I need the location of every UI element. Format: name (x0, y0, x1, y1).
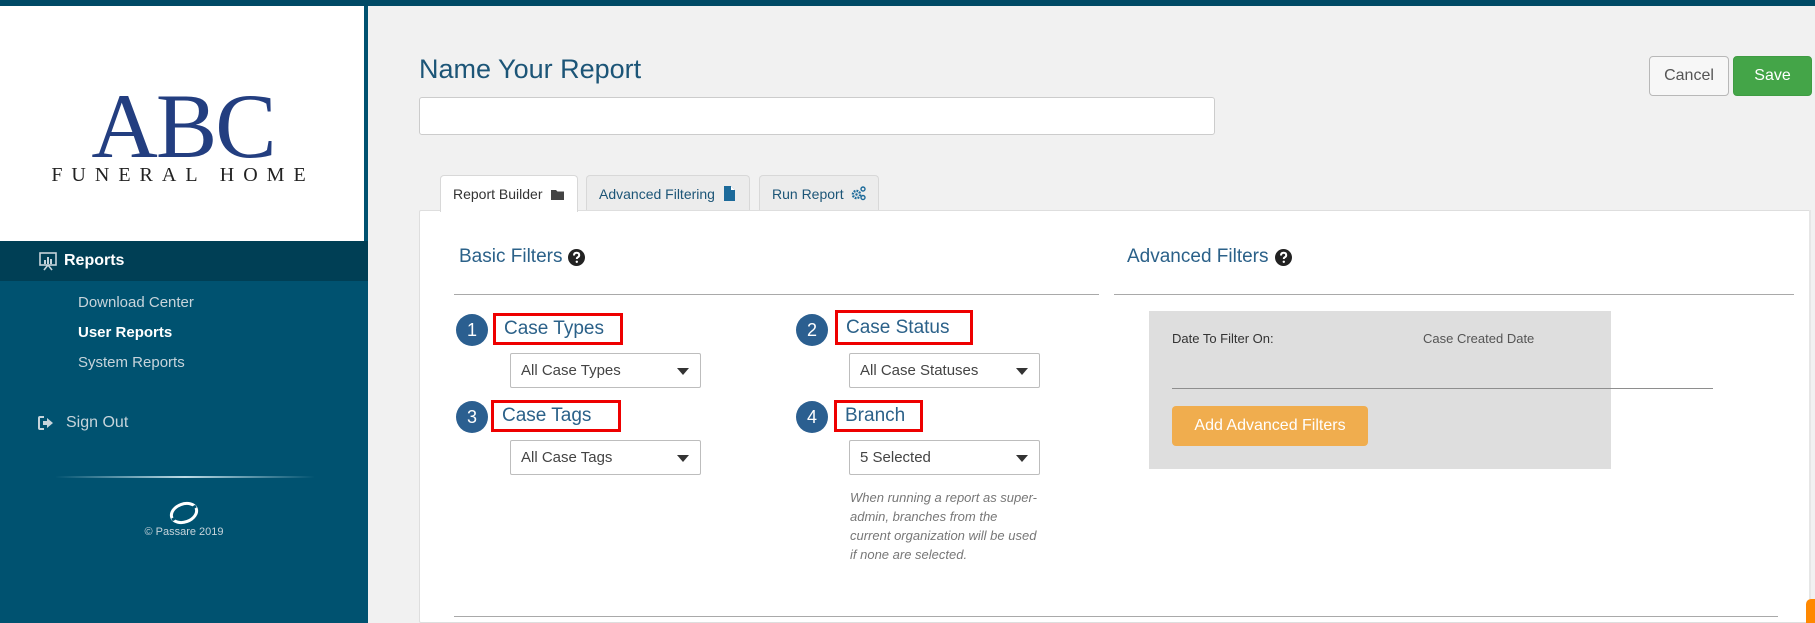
chevron-down-icon (677, 368, 689, 375)
case-status-select[interactable]: All Case Statuses (849, 353, 1040, 388)
case-tags-select[interactable]: All Case Tags (510, 440, 701, 475)
folder-icon (550, 189, 564, 200)
branch-hint-text: When running a report as super-admin, br… (850, 490, 1037, 562)
step-badge-1: 1 (456, 314, 488, 346)
tab-label: Report Builder (453, 186, 543, 202)
logo-main-text: ABC (91, 75, 276, 177)
step-badge-2: 2 (796, 314, 828, 346)
tab-report-builder[interactable]: Report Builder (440, 175, 578, 212)
tab-advanced-filtering[interactable]: Advanced Filtering (586, 175, 750, 211)
tab-label: Run Report (772, 185, 844, 202)
page-title: Name Your Report (419, 54, 642, 84)
case-status-label: Case Status (835, 310, 973, 345)
presentation-chart-icon (39, 252, 57, 271)
sidebar-reports-label: Reports (64, 252, 125, 269)
sign-out-icon (38, 416, 53, 430)
basic-filters-heading: Basic Filters (459, 246, 586, 268)
sidebar-item-reports[interactable]: Reports (0, 241, 368, 281)
bottom-divider (454, 616, 1778, 617)
logo-sub-text: Funeral Home (51, 164, 315, 186)
chevron-down-icon (1016, 368, 1028, 375)
advanced-filters-heading: Advanced Filters (1127, 246, 1292, 268)
advanced-box-divider (1172, 388, 1713, 389)
help-icon[interactable] (568, 248, 586, 266)
branch-select[interactable]: 5 Selected (849, 440, 1040, 475)
scrollbar-track[interactable] (1809, 210, 1811, 599)
sign-out-label: Sign Out (66, 414, 129, 431)
case-tags-label: Case Tags (491, 400, 621, 432)
branch-value: 5 Selected (860, 449, 931, 466)
basic-filters-title: Basic Filters (459, 246, 563, 267)
sign-out-link[interactable]: Sign Out (38, 414, 128, 432)
advanced-filters-divider (1114, 294, 1794, 295)
case-types-label: Case Types (493, 313, 623, 345)
gears-icon (851, 186, 866, 201)
step-badge-3: 3 (456, 401, 488, 433)
branch-label: Branch (834, 400, 923, 432)
tab-label: Advanced Filtering (599, 185, 715, 202)
cancel-button[interactable]: Cancel (1649, 56, 1729, 96)
passare-logo-icon (169, 501, 199, 525)
sidebar: ABC Funeral Home Reports Download Center… (0, 6, 368, 623)
step-badge-4: 4 (796, 401, 828, 433)
company-logo[interactable]: ABC Funeral Home (0, 6, 366, 241)
date-filter-label: Date To Filter On: (1172, 331, 1274, 346)
add-advanced-filters-button[interactable]: Add Advanced Filters (1172, 406, 1368, 446)
case-tags-value: All Case Tags (521, 449, 613, 466)
sidebar-divider (55, 476, 315, 478)
date-filter-value: Case Created Date (1423, 331, 1535, 346)
save-button[interactable]: Save (1733, 56, 1812, 96)
tab-run-report[interactable]: Run Report (759, 175, 879, 211)
basic-filters-divider (454, 294, 1099, 295)
copyright-text: © Passare 2019 (144, 526, 224, 538)
sidebar-item-system-reports[interactable]: System Reports (78, 354, 185, 371)
chevron-down-icon (677, 455, 689, 462)
file-icon (723, 186, 735, 201)
case-status-value: All Case Statuses (860, 362, 979, 379)
scrollbar-handle[interactable] (1806, 599, 1815, 623)
sidebar-item-download-center[interactable]: Download Center (78, 294, 194, 311)
case-types-select[interactable]: All Case Types (510, 353, 701, 388)
chevron-down-icon (1016, 455, 1028, 462)
sidebar-item-user-reports[interactable]: User Reports (78, 324, 172, 341)
help-icon[interactable] (1274, 248, 1292, 266)
report-name-input[interactable] (419, 97, 1215, 135)
advanced-filters-title: Advanced Filters (1127, 246, 1269, 267)
advanced-filters-box: Date To Filter On: Case Created Date Add… (1149, 311, 1713, 469)
case-types-value: All Case Types (521, 362, 621, 379)
